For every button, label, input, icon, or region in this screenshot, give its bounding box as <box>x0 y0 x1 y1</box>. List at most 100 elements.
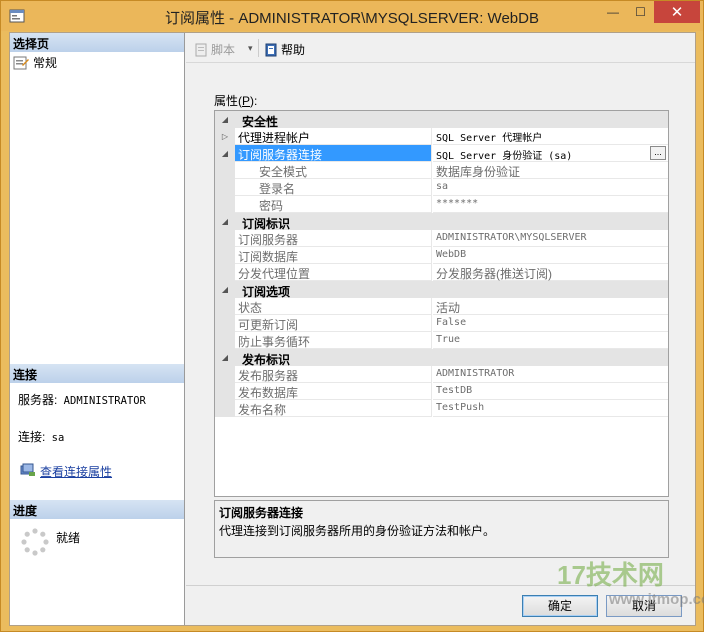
window-title: 订阅属性 - ADMINISTRATOR\MYSQLSERVER: WebDB <box>165 10 539 27</box>
property-name: 订阅服务器 <box>235 230 432 247</box>
connection-line: 连接: sa <box>18 428 64 445</box>
properties-label-hotkey: P <box>242 94 251 108</box>
minimize-button[interactable]: — <box>599 1 627 23</box>
properties-window: 订阅属性 - ADMINISTRATOR\MYSQLSERVER: WebDB … <box>0 0 704 632</box>
property-name: 安全模式 <box>235 162 432 179</box>
connection-label: 连接: <box>18 430 46 444</box>
script-icon <box>195 43 207 56</box>
property-value: False <box>433 315 668 332</box>
connection-value: sa <box>51 432 65 444</box>
property-row[interactable]: 发布数据库 TestDB <box>215 383 668 400</box>
help-button[interactable]: 帮助 <box>264 41 305 58</box>
property-row[interactable]: 订阅服务器 ADMINISTRATOR\MYSQLSERVER <box>215 230 668 247</box>
value-text: SQL Server 代理帐户 <box>436 133 543 144</box>
property-row[interactable]: 分发代理位置 分发服务器(推送订阅) <box>215 264 668 281</box>
description-text: 代理连接到订阅服务器所用的身份验证方法和帐户。 <box>219 524 496 538</box>
collapse-arrow-icon[interactable]: ◢ <box>215 349 235 366</box>
category-label: 发布标识 <box>242 353 291 367</box>
collapse-arrow-icon[interactable]: ◢ <box>215 281 235 298</box>
row-gutter <box>215 196 235 213</box>
property-row[interactable]: 防止事务循环 True <box>215 332 668 349</box>
watermark: 17技术网 www.itmop.com <box>557 555 704 625</box>
script-button[interactable]: 脚本 <box>194 41 235 58</box>
property-name: 发布服务器 <box>235 366 432 383</box>
server-value: ADMINISTRATOR <box>63 395 146 407</box>
property-name: 密码 <box>235 196 432 213</box>
property-name: 订阅数据库 <box>235 247 432 264</box>
property-row[interactable]: 可更新订阅 False <box>215 315 668 332</box>
server-line: 服务器: ADMINISTRATOR <box>18 391 146 408</box>
connection-header: 连接 <box>10 364 184 383</box>
title-bar[interactable]: 订阅属性 - ADMINISTRATOR\MYSQLSERVER: WebDB … <box>1 1 703 31</box>
help-book-icon <box>265 43 277 56</box>
property-value: ADMINISTRATOR <box>433 366 668 383</box>
select-page-header: 选择页 <box>10 33 184 52</box>
progress-spinner-icon <box>21 528 49 556</box>
category-publication-identity[interactable]: ◢ 发布标识 <box>215 349 668 367</box>
property-name: 可更新订阅 <box>235 315 432 332</box>
property-value: True <box>433 332 668 349</box>
property-name: 防止事务循环 <box>235 332 432 349</box>
category-label: 订阅标识 <box>242 217 291 231</box>
property-value: ******* <box>433 196 668 213</box>
property-grid[interactable]: ◢ 安全性 ▷ 代理进程帐户 SQL Server 代理帐户 ◢ 订阅服务器连接… <box>214 110 669 497</box>
property-value: 活动 <box>433 298 668 315</box>
property-row[interactable]: 发布名称 TestPush <box>215 400 668 417</box>
ellipsis-button[interactable]: ... <box>650 146 666 160</box>
maximize-button[interactable]: ☐ <box>627 1 654 23</box>
view-connection-properties-link[interactable]: 查看连接属性 <box>40 463 112 480</box>
row-gutter <box>215 247 235 264</box>
property-row[interactable]: 发布服务器 ADMINISTRATOR <box>215 366 668 383</box>
collapse-arrow-icon[interactable]: ◢ <box>215 145 235 162</box>
property-row[interactable]: ▷ 代理进程帐户 SQL Server 代理帐户 <box>215 128 668 145</box>
properties-label-prefix: 属性( <box>214 94 242 108</box>
collapse-arrow-icon[interactable]: ◢ <box>215 111 235 128</box>
dialog-client: 选择页 常规 连接 服务器: ADMINISTRATOR 连接: sa 查看连接… <box>9 32 696 626</box>
close-button[interactable]: ✕ <box>654 1 700 23</box>
collapse-arrow-icon[interactable]: ◢ <box>215 213 235 230</box>
row-gutter <box>215 230 235 247</box>
category-security[interactable]: ◢ 安全性 <box>215 111 668 129</box>
property-row[interactable]: 安全模式 数据库身份验证 <box>215 162 668 179</box>
property-row[interactable]: 登录名 sa <box>215 179 668 196</box>
category-label: 安全性 <box>242 115 279 129</box>
property-name: 分发代理位置 <box>235 264 432 281</box>
property-row[interactable]: 密码 ******* <box>215 196 668 213</box>
property-value: WebDB <box>433 247 668 264</box>
row-gutter <box>215 179 235 196</box>
page-item-label: 常规 <box>33 56 58 70</box>
property-value: ADMINISTRATOR\MYSQLSERVER <box>433 230 668 247</box>
property-row[interactable]: 订阅数据库 WebDB <box>215 247 668 264</box>
progress-status: 就绪 <box>56 531 81 545</box>
property-value: 分发服务器(推送订阅) <box>433 264 668 281</box>
row-gutter <box>215 332 235 349</box>
property-value: sa <box>433 179 668 196</box>
expand-arrow-icon[interactable]: ▷ <box>215 128 235 145</box>
row-gutter <box>215 400 235 417</box>
progress-header: 进度 <box>10 500 184 519</box>
property-value: SQL Server 身份验证 (sa) <box>433 145 668 162</box>
description-title: 订阅服务器连接 <box>219 506 304 520</box>
script-label: 脚本 <box>211 43 236 57</box>
row-gutter <box>215 298 235 315</box>
property-value: TestPush <box>433 400 668 417</box>
property-row-selected[interactable]: ◢ 订阅服务器连接 SQL Server 身份验证 (sa) ... <box>215 145 668 162</box>
row-gutter <box>215 366 235 383</box>
watermark-logo: 17技术网 <box>557 560 664 590</box>
category-subscription-options[interactable]: ◢ 订阅选项 <box>215 281 668 299</box>
row-gutter <box>215 162 235 179</box>
property-name: 状态 <box>235 298 432 315</box>
property-name: 登录名 <box>235 179 432 196</box>
property-row[interactable]: 状态 活动 <box>215 298 668 315</box>
properties-page-icon <box>13 56 29 69</box>
description-panel: 订阅服务器连接 代理连接到订阅服务器所用的身份验证方法和帐户。 <box>214 500 669 558</box>
page-item-general[interactable]: 常规 <box>13 54 57 71</box>
category-label: 订阅选项 <box>242 285 291 299</box>
row-gutter <box>215 264 235 281</box>
property-value: 数据库身份验证 <box>433 162 668 179</box>
watermark-site: www.itmop.com <box>609 591 704 608</box>
script-dropdown-arrow[interactable]: ▾ <box>248 43 253 54</box>
row-gutter <box>215 383 235 400</box>
properties-label: 属性(P): <box>214 92 257 109</box>
category-subscription-identity[interactable]: ◢ 订阅标识 <box>215 213 668 231</box>
